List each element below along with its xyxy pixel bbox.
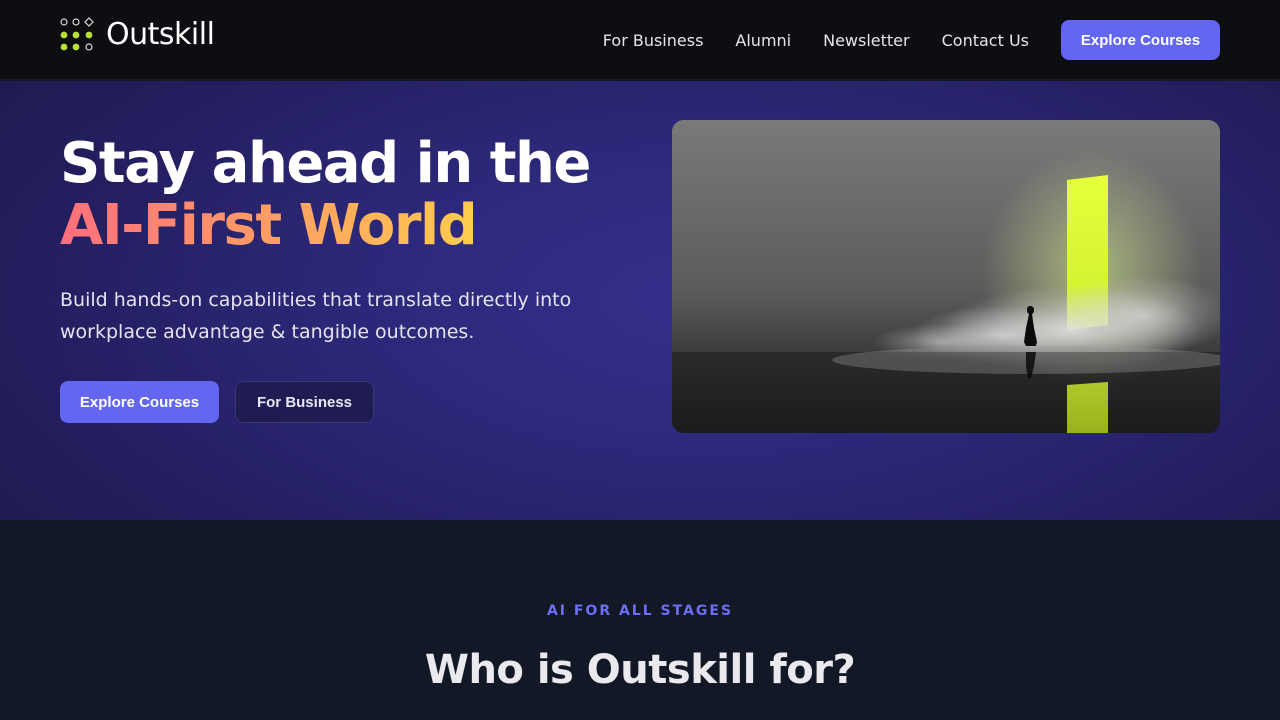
header-explore-courses-button[interactable]: Explore Courses [1061,20,1220,60]
hero-title-line1: Stay ahead in the [60,131,591,196]
nav-link-for-business[interactable]: For Business [603,31,704,50]
outskill-logo-icon [60,17,94,51]
hero-image [672,120,1220,433]
hero-subtitle: Build hands-on capabilities that transla… [60,289,572,343]
hero-title-highlight: AI-First World [60,193,478,258]
nav-link-newsletter[interactable]: Newsletter [823,31,910,50]
section-title: Who is Outskill for? [424,647,856,693]
brand-name: Outskill [106,17,215,52]
nav-link-alumni[interactable]: Alumni [735,31,791,50]
hero-for-business-button[interactable]: For Business [235,381,374,423]
hero-title: Stay ahead in the AI-First World [60,131,591,258]
section-eyebrow: AI FOR ALL STAGES [546,603,734,619]
main-nav: For Business Alumni Newsletter Contact U… [603,20,1220,60]
site-header: Outskill For Business Alumni Newsletter … [0,0,1280,80]
hero-section: Stay ahead in the AI-First World Build h… [0,81,1280,520]
nav-link-contact-us[interactable]: Contact Us [942,31,1029,50]
hero-illustration [672,120,1220,433]
brand-logo[interactable]: Outskill [60,17,215,53]
hero-explore-courses-button[interactable]: Explore Courses [60,381,219,423]
audience-section: AI FOR ALL STAGES Who is Outskill for? [0,520,1280,720]
